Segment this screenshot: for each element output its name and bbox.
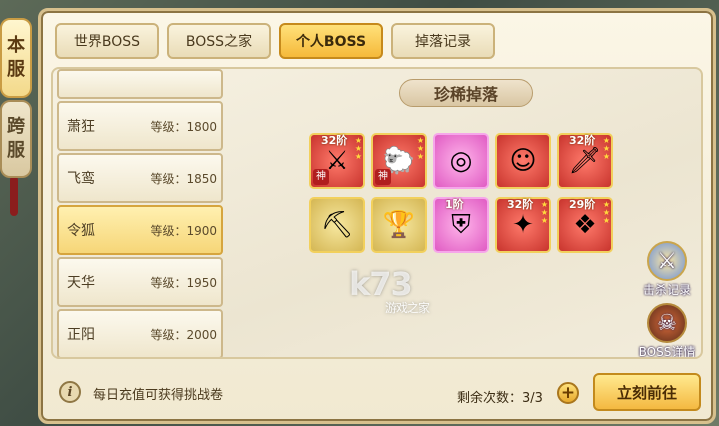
list-item[interactable]: 令狐 等级：1900 (57, 205, 223, 255)
divine-seal-badge: 神 (313, 169, 329, 185)
info-icon[interactable]: i (59, 381, 81, 403)
rare-drops-title: 珍稀掉落 (399, 79, 533, 107)
boss-name: 天华 (67, 275, 95, 291)
star-icon: ★ (540, 216, 548, 225)
boss-name: 飞鸾 (67, 171, 95, 187)
divine-seal-badge: 神 (375, 169, 391, 185)
list-item[interactable]: 萧狂 等级：1800 (57, 101, 223, 151)
stone-anvil-icon: ⛏ (320, 210, 354, 240)
boss-level: 等级：1850 (150, 171, 217, 186)
tab-cross-server[interactable]: 跨 服 (0, 100, 32, 178)
boss-name: 令狐 (67, 223, 95, 239)
drop-item-slot[interactable]: ⚔ 32阶 ★ ★ ★ 神 (309, 133, 365, 189)
item-tier-label: 29阶 (569, 198, 596, 211)
winged-mount-icon: ❖ (573, 210, 597, 240)
star-rating: ★ ★ ★ (603, 201, 610, 225)
boss-name: 萧狂 (67, 119, 95, 135)
emerald-sword-icon: 🗡 (568, 146, 602, 176)
drop-item-slot[interactable]: ❖ 29阶 ★ ★ ★ (557, 197, 613, 253)
drop-item-slot[interactable]: ◎ (433, 133, 489, 189)
list-item[interactable]: 正阳 等级：2000 (57, 309, 223, 357)
drop-item-slot[interactable]: ✦ 32阶 ★ ★ ★ (495, 197, 551, 253)
drop-item-slot[interactable]: 🐑 ★ ★ ★ 神 (371, 133, 427, 189)
drop-item-slot[interactable]: ⛏ (309, 197, 365, 253)
kill-records-label: 击杀记录 (642, 283, 691, 297)
crossed-swords-icon: ⚔ (647, 241, 687, 281)
drop-item-slot[interactable]: ⛨ 1阶 (433, 197, 489, 253)
go-now-button[interactable]: 立刻前往 (593, 373, 701, 411)
boss-level: 等级：2000 (150, 327, 217, 342)
tab-cross-server-label: 跨 服 (7, 116, 25, 161)
star-rating: ★ ★ ★ (417, 137, 424, 161)
jade-ring-icon: ◎ (449, 146, 473, 176)
kill-records-button[interactable]: ⚔ 击杀记录 (635, 241, 699, 298)
tab-world-boss[interactable]: 世界BOSS (55, 23, 159, 59)
remaining-attempts: 剩余次数：3/3 (457, 391, 543, 406)
boss-level: 等级：1900 (150, 223, 217, 238)
boss-level: 等级：1950 (150, 275, 217, 290)
boss-panel: 世界BOSS BOSS之家 个人BOSS 掉落记录 萧狂 等级：1800 飞鸾 … (38, 8, 716, 424)
boss-type-tabs: 世界BOSS BOSS之家 个人BOSS 掉落记录 (55, 23, 495, 59)
tab-personal-boss[interactable]: 个人BOSS (279, 23, 383, 59)
watermark-logo: k73 游戏之家 (349, 265, 430, 316)
fox-girl-icon: ☺ (509, 146, 537, 176)
star-icon: ★ (416, 152, 424, 161)
star-rating: ★ ★ ★ (355, 137, 362, 161)
watermark-main: k73 (349, 265, 413, 303)
list-item[interactable]: 天华 等级：1950 (57, 257, 223, 307)
add-attempts-button[interactable]: + (557, 382, 579, 404)
violet-spear-icon: ✦ (512, 210, 534, 240)
bronze-chalice-icon: 🏆 (382, 210, 416, 240)
tab-drop-records[interactable]: 掉落记录 (391, 23, 495, 59)
star-rating: ★ ★ ★ (541, 201, 548, 225)
tab-boss-home[interactable]: BOSS之家 (167, 23, 271, 59)
boss-portrait-icon: ☠ (647, 303, 687, 343)
list-item[interactable] (57, 69, 223, 99)
boss-list[interactable]: 萧狂 等级：1800 飞鸾 等级：1850 令狐 等级：1900 天华 等级：1… (57, 69, 223, 357)
boss-name: 正阳 (67, 327, 95, 343)
drop-item-slot[interactable]: 🗡 32阶 ★ ★ ★ (557, 133, 613, 189)
plus-icon: + (560, 382, 576, 403)
boss-level: 等级：1800 (150, 119, 217, 134)
item-tier-label: 32阶 (321, 134, 348, 147)
star-icon: ★ (602, 152, 610, 161)
golden-armor-icon: ⛨ (451, 210, 471, 240)
rare-drops-grid: ⚔ 32阶 ★ ★ ★ 神 🐑 ★ ★ ★ 神 ◎ ☺ 🗡 32阶 ★ ★ ★ ⛏ 🏆 ⛨ 1阶 ✦ 32阶 ★ ★ ★ ❖ 29阶 ★ ★… (309, 133, 629, 253)
item-tier-label: 32阶 (569, 134, 596, 147)
tab-this-server[interactable]: 本 服 (0, 18, 32, 98)
watermark-sub: 游戏之家 (385, 301, 430, 315)
item-tier-label: 1阶 (445, 198, 464, 211)
star-icon: ★ (354, 152, 362, 161)
drop-item-slot[interactable]: ☺ (495, 133, 551, 189)
tassel-decoration (10, 176, 18, 216)
boss-details-label: BOSS详情 (638, 345, 696, 359)
list-item[interactable]: 飞鸾 等级：1850 (57, 153, 223, 203)
star-rating: ★ ★ ★ (603, 137, 610, 161)
recharge-tip: 每日充值可获得挑战卷 (93, 388, 224, 403)
boss-content-area: 萧狂 等级：1800 飞鸾 等级：1850 令狐 等级：1900 天华 等级：1… (51, 67, 703, 359)
tab-this-server-label: 本 服 (7, 35, 25, 80)
drop-item-slot[interactable]: 🏆 (371, 197, 427, 253)
boss-details-button[interactable]: ☠ BOSS详情 (635, 303, 699, 359)
star-icon: ★ (602, 216, 610, 225)
item-tier-label: 32阶 (507, 198, 534, 211)
